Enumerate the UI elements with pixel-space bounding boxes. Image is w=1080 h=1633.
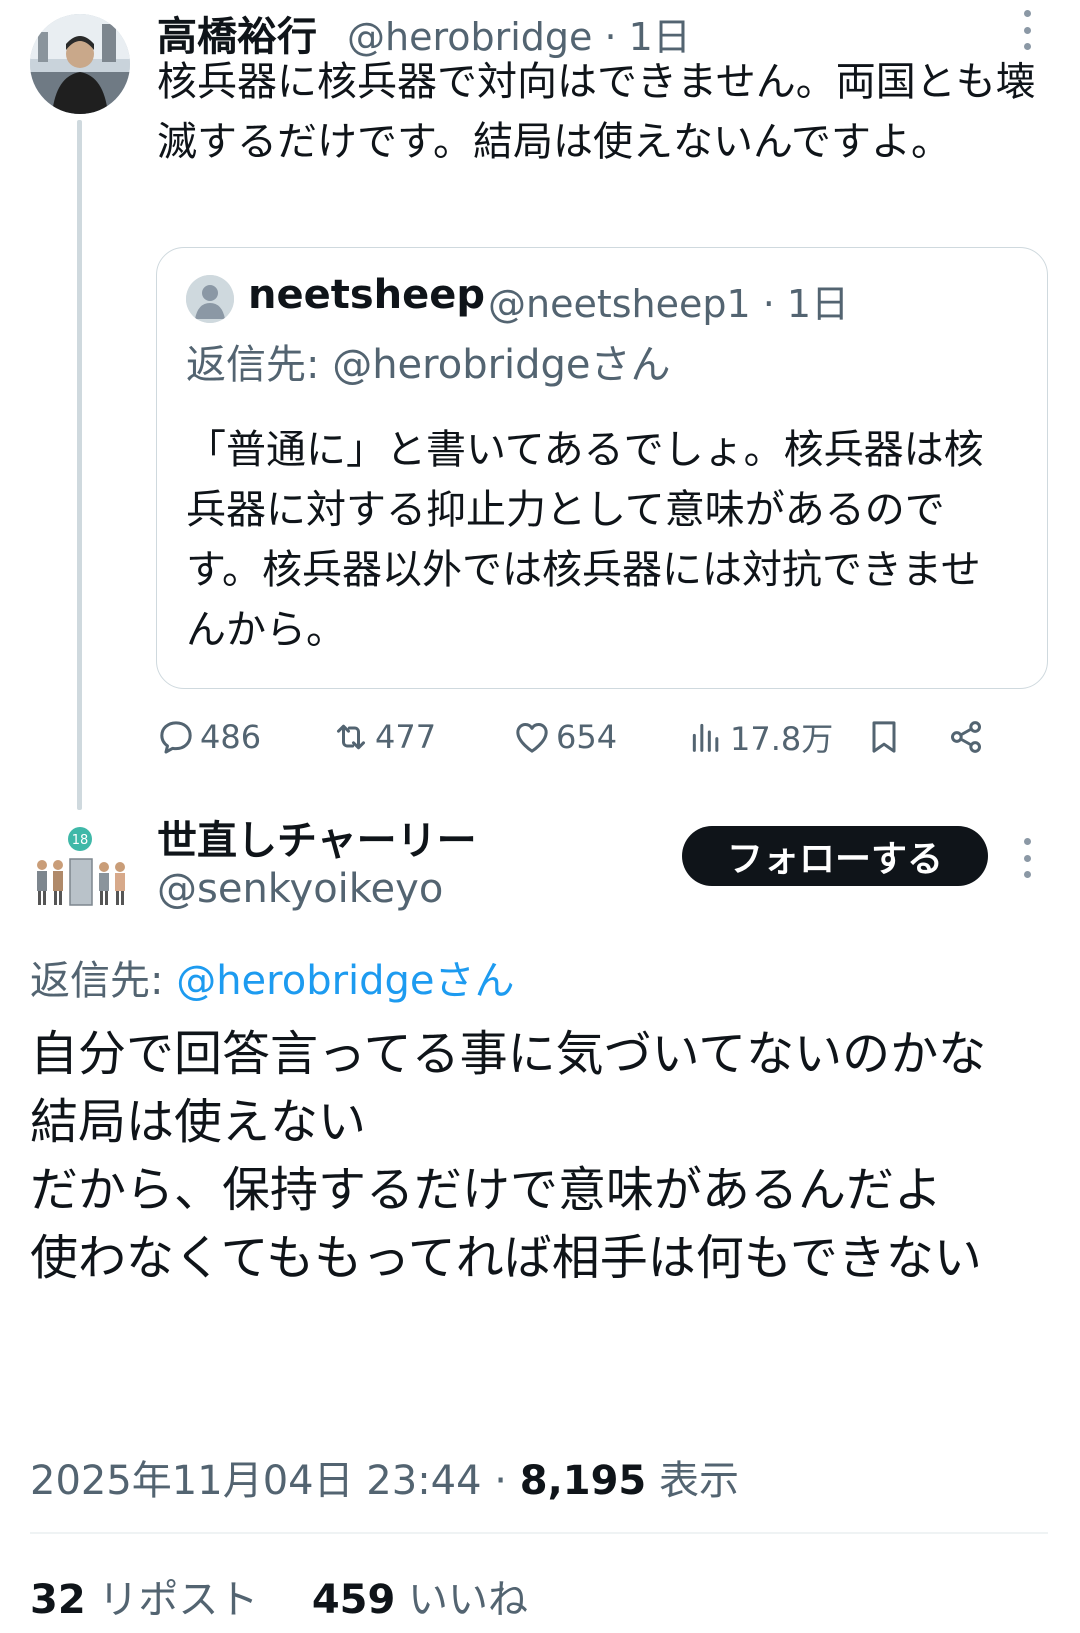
tweet-line: 自分で回答言ってる事に気づいてないのかな [30,1026,987,1082]
more-options-icon[interactable] [1022,838,1032,878]
tweet-text: 核兵器に核兵器で対向はできません。両国とも壊滅するだけです。結局は使えないんです… [157,59,1036,165]
avatar-illustration-icon: 18 [30,825,130,925]
author-name[interactable]: 世直しチャーリー [157,808,477,866]
share-icon [951,721,981,753]
views-label: 表示 [646,1458,739,1504]
like-stat[interactable]: 459 いいね [312,1577,528,1623]
share-button[interactable] [946,712,986,762]
default-avatar-icon [186,275,234,323]
reply-to-link[interactable]: @herobridgeさん [176,958,514,1004]
tweet-timestamp[interactable]: 2025年11月04日 23:44 · [30,1458,520,1504]
reply-to-line: 返信先: @herobridgeさん [30,948,515,1006]
repost-count: 477 [375,718,437,756]
views-count: 17.8万 [730,720,834,758]
repost-stat[interactable]: 32 リポスト [30,1577,258,1623]
like-label: いいね [395,1577,529,1623]
quoted-author-name: neetsheep [248,272,486,318]
reply-count: 486 [200,718,262,756]
views-button[interactable]: 17.8万 [686,712,833,762]
thread-connector-line [77,120,82,810]
reply-to-label: 返信先: [30,958,177,1004]
repost-count: 32 [30,1577,86,1623]
tweet-line: だから、保持するだけで意味があるんだよ [30,1162,943,1218]
svg-text:18: 18 [72,833,89,848]
repost-label: リポスト [85,1577,259,1623]
more-options-icon[interactable] [1022,10,1032,50]
quoted-author-handle-time: @neetsheep1 · 1日 [488,282,850,326]
divider [30,1532,1048,1534]
avatar-herobridge[interactable] [30,14,130,114]
repost-button[interactable]: 477 [331,712,436,762]
views-count: 8,195 [519,1458,647,1504]
avatar-photo-icon [30,14,130,114]
repost-icon [337,724,365,750]
like-count: 459 [311,1577,396,1623]
quoted-reply-to: 返信先: @herobridgeさん [186,342,671,388]
avatar-senkyoikeyo[interactable]: 18 [30,825,130,925]
like-count: 654 [556,718,618,756]
reply-button[interactable]: 486 [156,712,261,762]
tweet-line: 結局は使えない [30,1094,367,1150]
author-handle[interactable]: @senkyoikeyo [157,866,443,912]
heart-icon [516,723,548,753]
views-chart-icon [692,723,719,752]
follow-button[interactable]: フォローする [682,826,988,886]
tweet-line: 使わなくてももってれば相手は何もできない [30,1230,982,1286]
like-button[interactable]: 654 [512,712,617,762]
reply-icon [160,721,192,754]
tweet-action-bar: 486 477 654 17.8万 [156,712,1036,762]
tweet-text: 自分で回答言ってる事に気づいてないのかな 結局は使えない だから、保持するだけで… [30,1020,1040,1292]
tweet-meta: 2025年11月04日 23:44 · 8,195 表示 [30,1448,739,1506]
bookmark-button[interactable] [864,712,904,762]
bookmark-icon [872,721,896,753]
quoted-tweet-text: 「普通に」と書いてあるでしょ。核兵器は核兵器に対する抑止力として意味があるのです… [186,427,984,653]
engagement-stats: 32 リポスト 459 いいね [30,1567,528,1625]
